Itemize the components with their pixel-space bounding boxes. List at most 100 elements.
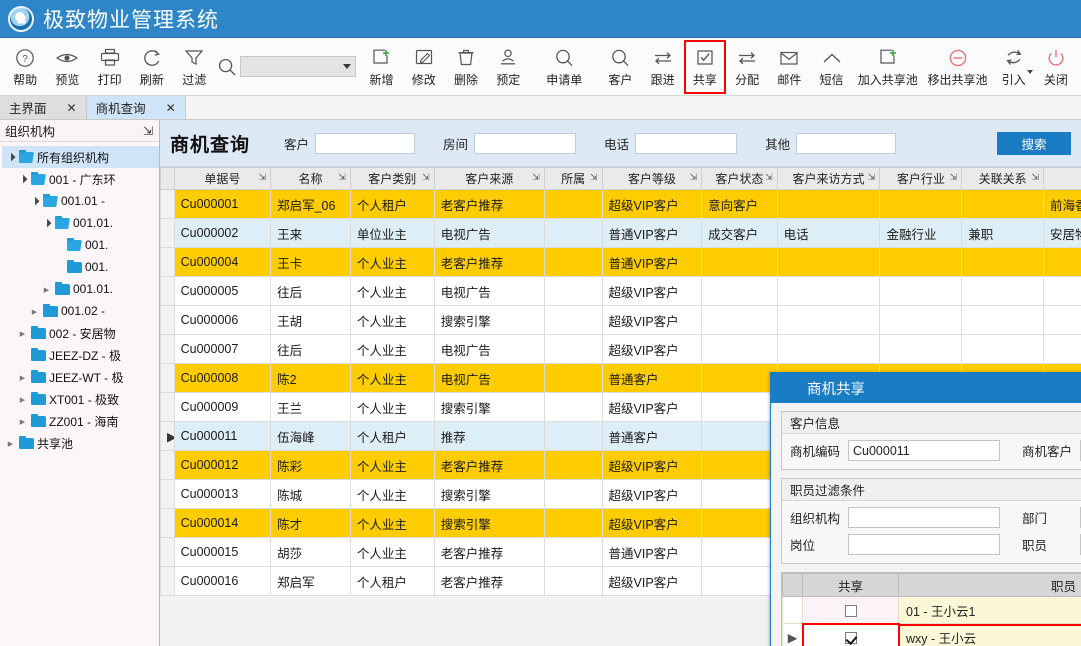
- column-filter-icon[interactable]: ⇲: [690, 172, 698, 183]
- table-cell[interactable]: [701, 276, 778, 306]
- table-cell[interactable]: Cu000009: [173, 392, 272, 422]
- table-cell[interactable]: 老客户推荐: [433, 450, 545, 480]
- table-cell[interactable]: Cu000008: [173, 363, 272, 393]
- tree-node[interactable]: 001.: [2, 234, 159, 256]
- table-cell[interactable]: 推荐: [433, 421, 545, 451]
- table-cell[interactable]: Cu000006: [173, 305, 272, 335]
- column-filter-icon[interactable]: ⇲: [950, 172, 958, 183]
- table-cell[interactable]: [961, 189, 1045, 219]
- chevron-right-icon[interactable]: [17, 329, 28, 338]
- other-input[interactable]: [796, 132, 897, 154]
- table-cell[interactable]: [543, 305, 603, 335]
- column-header[interactable]: 单据号 ⇲: [173, 167, 272, 190]
- column-header[interactable]: 客户等级 ⇲: [601, 167, 703, 190]
- table-cell[interactable]: Cu000002: [173, 218, 272, 248]
- table-cell[interactable]: 超级VIP客户: [601, 566, 703, 596]
- table-cell[interactable]: 成交客户: [701, 218, 778, 248]
- column-filter-icon[interactable]: ⇲: [765, 172, 773, 183]
- tree-node[interactable]: XT001 - 极致: [2, 388, 159, 410]
- column-filter-icon[interactable]: ⇲: [1032, 172, 1040, 183]
- table-cell[interactable]: 兼职: [961, 218, 1045, 248]
- toolbar-button-mail[interactable]: 邮件: [768, 40, 810, 94]
- table-cell[interactable]: [1043, 305, 1081, 335]
- table-cell[interactable]: [543, 276, 603, 306]
- tree-node[interactable]: 001.01.: [2, 278, 159, 300]
- share-table-body[interactable]: 01 - 王小云1▶wxy - 王小云✎wxy2 - 王小云2✎wxy3 - 王…: [782, 596, 1081, 646]
- table-cell[interactable]: [543, 218, 603, 248]
- close-icon[interactable]: ✕: [67, 101, 77, 115]
- dialog-title-bar[interactable]: 商机共享 — ✕: [771, 373, 1081, 403]
- table-cell[interactable]: 个人租户: [349, 421, 435, 451]
- table-cell[interactable]: [879, 276, 963, 306]
- table-cell[interactable]: Cu000016: [173, 566, 272, 596]
- table-cell[interactable]: Cu000007: [173, 334, 272, 364]
- table-cell[interactable]: [543, 421, 603, 451]
- customer-input[interactable]: [315, 132, 416, 154]
- table-cell[interactable]: 电视广告: [433, 363, 545, 393]
- column-filter-icon[interactable]: ⇲: [868, 172, 876, 183]
- table-cell[interactable]: 超级VIP客户: [601, 479, 703, 509]
- chevron-right-icon[interactable]: [17, 395, 28, 404]
- share-checkbox-cell[interactable]: [801, 622, 900, 646]
- table-cell[interactable]: 意向客户: [701, 189, 778, 219]
- table-cell[interactable]: 个人业主: [349, 392, 435, 422]
- table-cell[interactable]: Cu000012: [173, 450, 272, 480]
- share-table-wrapper[interactable]: 共享 职员 01 - 王小云1▶wxy - 王小云✎wxy2 - 王小云2✎wx…: [781, 572, 1081, 646]
- table-cell[interactable]: 搜索引擎: [433, 305, 545, 335]
- tab-opportunity-query[interactable]: 商机查询 ✕: [86, 96, 186, 119]
- table-cell[interactable]: 往后: [270, 334, 351, 364]
- table-cell[interactable]: 王来: [270, 218, 351, 248]
- tree-node[interactable]: 001 - 广东环: [2, 168, 159, 190]
- column-header[interactable]: 所属 ⇲: [543, 167, 603, 190]
- column-header[interactable]: 客户状态 ⇲: [701, 167, 778, 190]
- staff-name-cell[interactable]: 01 - 王小云1: [898, 596, 1081, 624]
- chevron-right-icon[interactable]: [29, 307, 40, 316]
- table-cell[interactable]: [961, 247, 1045, 277]
- toolbar-button-close[interactable]: 关闭: [1035, 40, 1077, 94]
- table-cell[interactable]: 电视广告: [433, 218, 545, 248]
- toolbar-button-assign[interactable]: 分配: [726, 40, 768, 94]
- table-cell[interactable]: 个人业主: [349, 450, 435, 480]
- table-cell[interactable]: 电视广告: [433, 334, 545, 364]
- table-cell[interactable]: [776, 334, 881, 364]
- tab-main-screen[interactable]: 主界面 ✕: [0, 96, 87, 119]
- table-cell[interactable]: [543, 363, 603, 393]
- toolbar-button-import[interactable]: 引入: [992, 40, 1034, 94]
- table-cell[interactable]: [776, 305, 881, 335]
- table-cell[interactable]: [543, 566, 603, 596]
- table-cell[interactable]: [1043, 276, 1081, 306]
- table-cell[interactable]: 王卡: [270, 247, 351, 277]
- table-cell[interactable]: [701, 479, 778, 509]
- column-header[interactable]: 组织机: [1043, 167, 1081, 190]
- table-cell[interactable]: [701, 421, 778, 451]
- toolbar-button-share[interactable]: 共享: [683, 39, 727, 94]
- table-cell[interactable]: 搜索引擎: [433, 479, 545, 509]
- table-cell[interactable]: [701, 566, 778, 596]
- table-cell[interactable]: [701, 334, 778, 364]
- table-cell[interactable]: [701, 305, 778, 335]
- chevron-right-icon[interactable]: [17, 373, 28, 382]
- column-filter-icon[interactable]: ⇲: [259, 172, 267, 183]
- toolbar-button-followup[interactable]: 跟进: [641, 40, 683, 94]
- column-filter-icon[interactable]: ⇲: [532, 172, 540, 183]
- table-cell[interactable]: [543, 537, 603, 567]
- table-cell[interactable]: [879, 305, 963, 335]
- share-table-row[interactable]: 01 - 王小云1: [782, 596, 1081, 624]
- share-checkbox-cell[interactable]: [802, 596, 899, 624]
- toolbar-button-add[interactable]: 新增: [360, 40, 402, 94]
- toolbar-button-help[interactable]: ? 帮助: [4, 40, 46, 94]
- table-cell[interactable]: 个人业主: [349, 508, 435, 538]
- table-cell[interactable]: 王胡: [270, 305, 351, 335]
- chevron-down-icon[interactable]: [1026, 69, 1033, 74]
- table-cell[interactable]: [961, 334, 1045, 364]
- table-cell[interactable]: 老客户推荐: [433, 247, 545, 277]
- table-cell[interactable]: [961, 305, 1045, 335]
- column-header[interactable]: 客户类别 ⇲: [349, 167, 435, 190]
- table-cell[interactable]: [701, 537, 778, 567]
- toolbar-search-input[interactable]: [240, 56, 357, 77]
- table-row[interactable]: Cu000004 王卡 个人业主 老客户推荐 普通VIP客户: [160, 247, 1081, 277]
- table-cell[interactable]: Cu000001: [173, 189, 272, 219]
- tree-node[interactable]: 001.02 -: [2, 300, 159, 322]
- table-cell[interactable]: 往后: [270, 276, 351, 306]
- table-cell[interactable]: [701, 450, 778, 480]
